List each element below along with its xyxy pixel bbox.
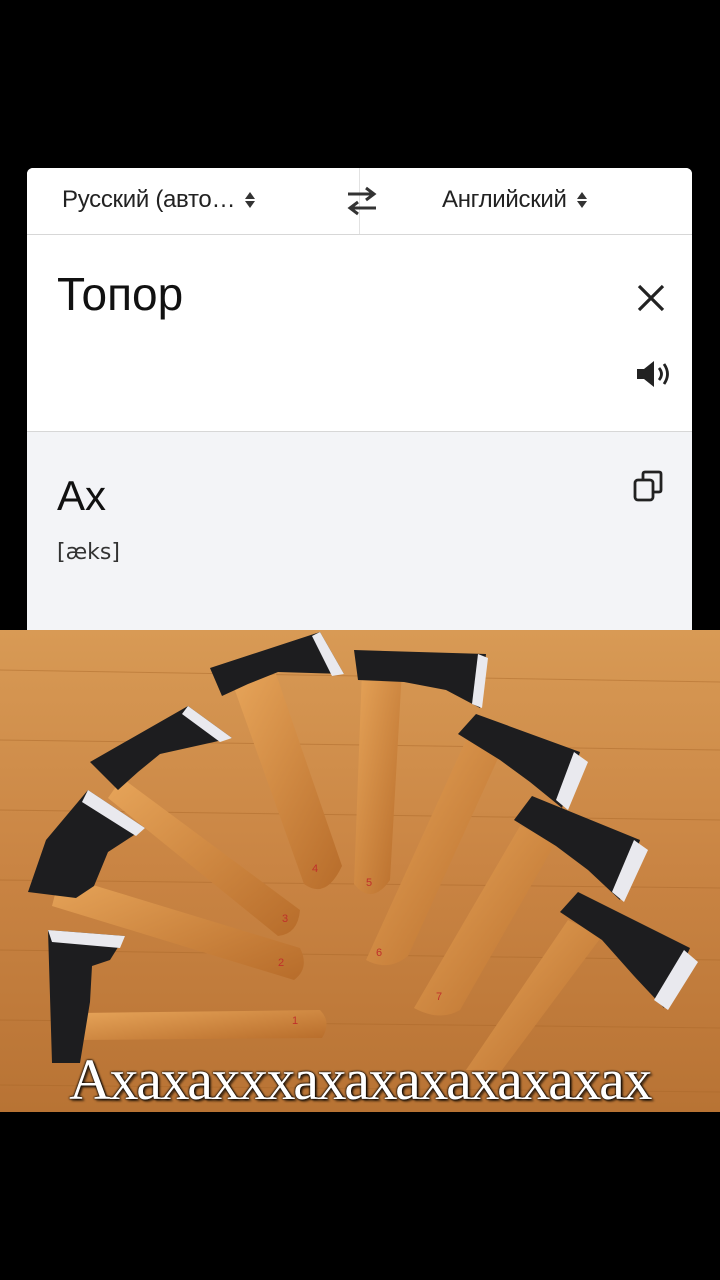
- axes-illustration: 1 2 3 4 5 6 7: [0, 630, 720, 1112]
- source-language-selector[interactable]: Русский (авто…: [62, 186, 256, 214]
- updown-arrows-icon: [245, 192, 256, 208]
- source-text: Топор: [57, 268, 184, 320]
- transcription-text: [æks]: [57, 540, 120, 565]
- svg-text:6: 6: [376, 947, 382, 959]
- copy-button[interactable]: [631, 468, 667, 504]
- target-language-label: Английский: [442, 186, 567, 213]
- svg-text:4: 4: [312, 863, 318, 875]
- translator-panel: Русский (авто… Английский Топор Ax [æks]: [27, 168, 692, 630]
- source-text-area[interactable]: Топор: [27, 235, 692, 432]
- close-icon: [637, 284, 665, 312]
- meme-caption: Ахахахххахахахахахахах: [69, 1047, 652, 1112]
- swap-languages-button[interactable]: [342, 184, 382, 218]
- translation-text: Ax: [57, 472, 107, 519]
- clear-button[interactable]: [633, 280, 669, 316]
- target-language-selector[interactable]: Английский: [442, 186, 587, 214]
- swap-icon: [347, 186, 377, 216]
- updown-arrows-icon: [576, 192, 587, 208]
- language-bar: Русский (авто… Английский: [27, 168, 692, 235]
- svg-text:7: 7: [436, 991, 442, 1003]
- axes-photo: 1 2 3 4 5 6 7: [0, 630, 720, 1112]
- translation-area: Ax [æks]: [27, 432, 692, 630]
- svg-text:1: 1: [292, 1015, 298, 1027]
- svg-text:2: 2: [278, 957, 284, 969]
- svg-text:3: 3: [282, 913, 288, 925]
- speaker-icon: [637, 361, 669, 387]
- source-language-label: Русский (авто…: [62, 186, 236, 213]
- speak-button[interactable]: [634, 358, 674, 390]
- svg-text:5: 5: [366, 877, 372, 889]
- copy-icon: [633, 470, 663, 502]
